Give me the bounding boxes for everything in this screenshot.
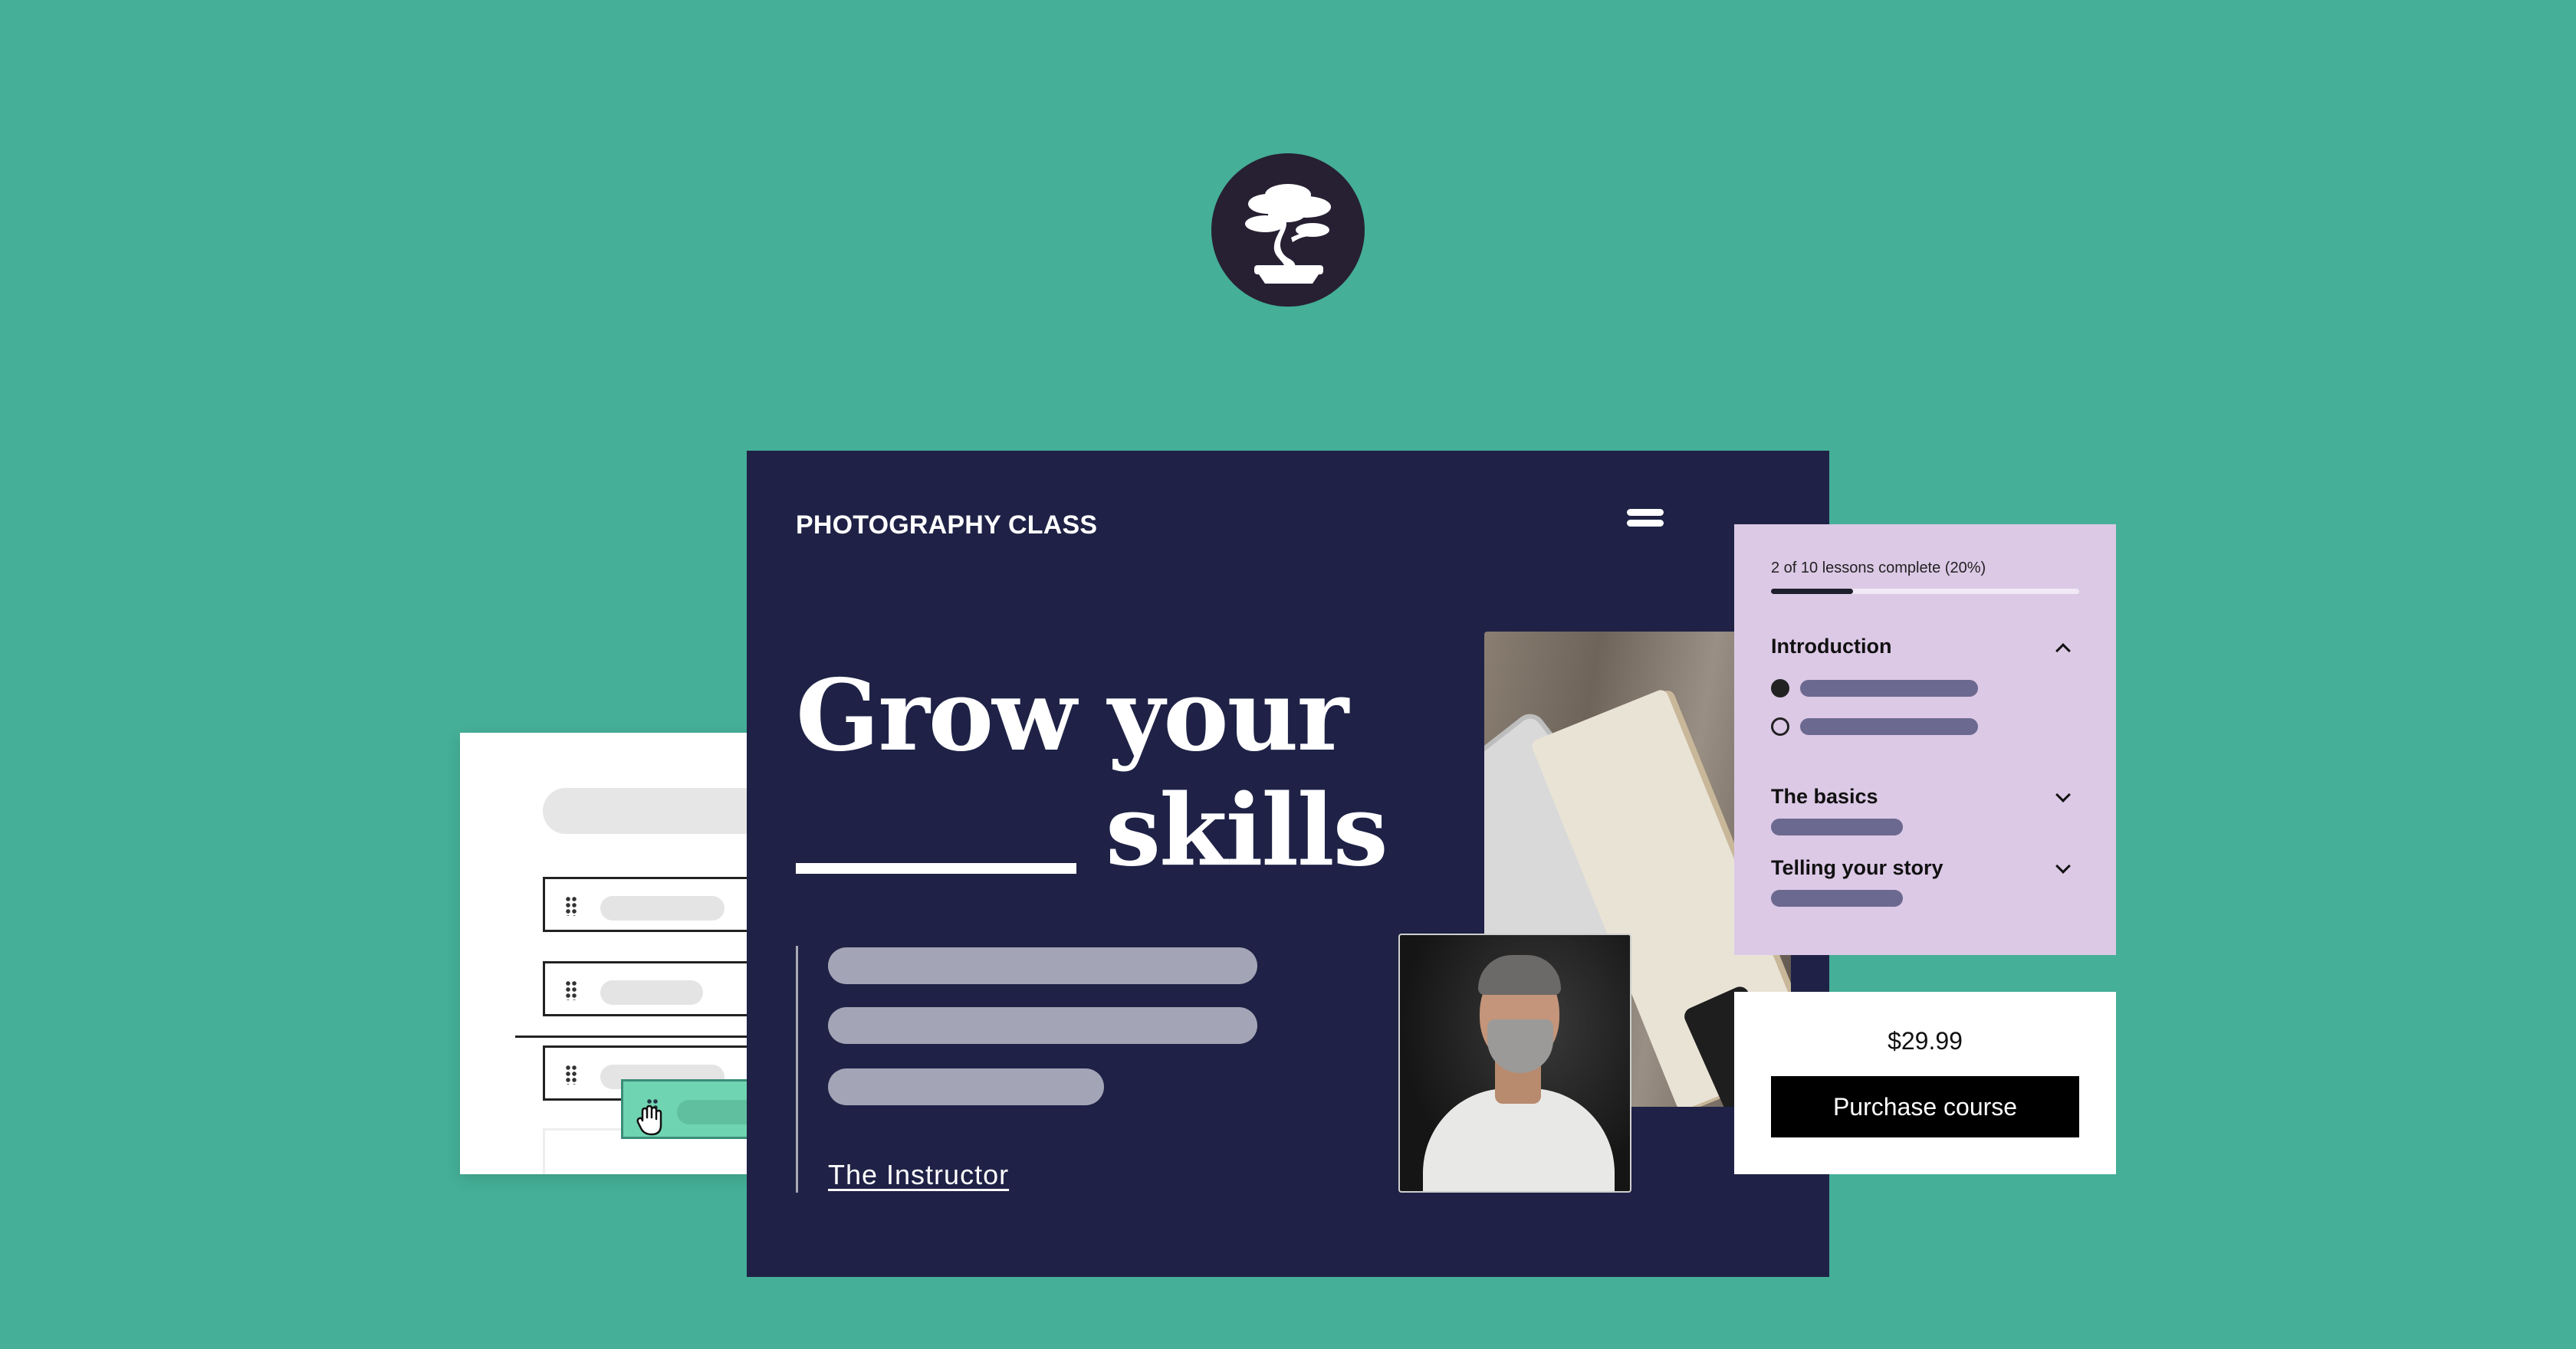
instructor-link[interactable]: The Instructor (828, 1159, 1009, 1191)
section-the-basics[interactable]: The basics (1771, 785, 1878, 809)
chevron-down-icon[interactable] (2055, 787, 2071, 803)
headline-line-1: Grow your (796, 658, 1349, 773)
lesson-title-placeholder[interactable] (1800, 718, 1978, 735)
lesson-title-placeholder (600, 896, 724, 921)
photo-hair (1478, 955, 1561, 995)
photo-shirt (1423, 1088, 1615, 1191)
purchase-card: $29.99 Purchase course (1734, 992, 2116, 1174)
grab-hand-icon (636, 1104, 662, 1136)
drop-indicator-line (515, 1036, 751, 1038)
brand-logo (1211, 153, 1365, 307)
hamburger-menu-icon[interactable] (1627, 506, 1664, 530)
instructor-photo (1398, 934, 1631, 1193)
lessons-progress-panel: 2 of 10 lessons complete (20%) Introduct… (1734, 524, 2116, 955)
progress-bar (1771, 589, 2079, 594)
bonsai-tree-icon (1245, 184, 1331, 284)
site-title[interactable]: PHOTOGRAPHY CLASS (796, 510, 1097, 540)
headline-line-2: skills (1106, 773, 1388, 888)
progress-text: 2 of 10 lessons complete (20%) (1771, 560, 1986, 576)
lesson-title-placeholder (600, 980, 703, 1005)
course-price: $29.99 (1888, 1027, 1963, 1055)
builder-title-placeholder (543, 788, 751, 834)
builder-lesson-row[interactable] (543, 877, 751, 932)
description-placeholder (828, 947, 1257, 984)
headline-blank-underline (796, 863, 1076, 874)
section-summary-placeholder (1771, 890, 1903, 907)
course-landing-page: PHOTOGRAPHY CLASS Grow your skills The I… (747, 451, 1829, 1277)
section-summary-placeholder (1771, 819, 1903, 835)
section-telling-your-story[interactable]: Telling your story (1771, 856, 1944, 880)
curriculum-builder-panel (460, 733, 751, 1174)
description-placeholder (828, 1007, 1257, 1044)
builder-lesson-row[interactable] (543, 961, 751, 1016)
lesson-title-placeholder[interactable] (1800, 680, 1978, 697)
description-divider (796, 946, 798, 1193)
lesson-incomplete-indicator (1771, 717, 1789, 736)
drag-handle-icon[interactable] (565, 896, 577, 916)
chevron-up-icon[interactable] (2055, 643, 2071, 658)
progress-bar-fill (1771, 589, 1853, 594)
drag-handle-icon[interactable] (565, 980, 577, 1000)
chevron-down-icon[interactable] (2055, 858, 2071, 874)
purchase-course-button[interactable]: Purchase course (1771, 1076, 2079, 1137)
lesson-title-placeholder (677, 1100, 751, 1124)
lesson-complete-indicator (1771, 679, 1789, 697)
drag-handle-icon[interactable] (565, 1065, 577, 1085)
section-introduction[interactable]: Introduction (1771, 635, 1891, 658)
description-placeholder (828, 1068, 1104, 1105)
